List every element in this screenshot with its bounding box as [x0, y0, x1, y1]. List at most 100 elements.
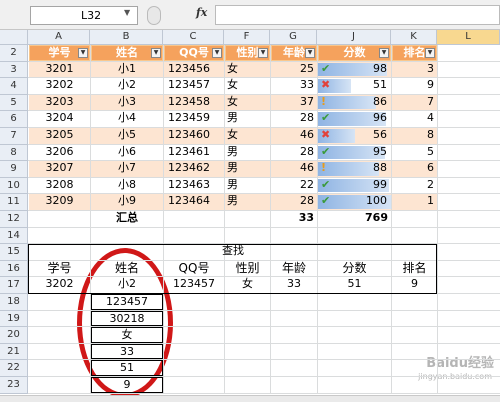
cell-age[interactable]: 22: [271, 178, 317, 194]
table-header-5[interactable]: 分数 ▼: [318, 45, 391, 61]
cell-name[interactable]: 小8: [91, 178, 163, 194]
lookup-header-1[interactable]: 姓名: [91, 261, 163, 277]
lookup-value-1[interactable]: 小2: [91, 277, 163, 293]
row-header-11[interactable]: 11: [0, 194, 28, 211]
column-header-j[interactable]: J: [317, 30, 391, 45]
table-header-2[interactable]: QQ号 ▼: [164, 45, 224, 61]
cell-rank[interactable]: 9: [392, 78, 437, 94]
row-header-20[interactable]: 20: [0, 327, 28, 344]
cell-sex[interactable]: 男: [225, 111, 270, 127]
row-header-10[interactable]: 10: [0, 177, 28, 195]
cell-age[interactable]: 28: [271, 145, 317, 161]
lookup-value-5[interactable]: 51: [318, 277, 391, 293]
lookup-value-0[interactable]: 3202: [29, 277, 90, 293]
name-box-dropdown-icon[interactable]: ▼: [124, 8, 130, 17]
cell-name[interactable]: 小5: [91, 128, 163, 144]
vertical-result-3[interactable]: 33: [91, 343, 163, 360]
vertical-result-5[interactable]: 9: [91, 377, 163, 393]
filter-dropdown-icon[interactable]: ▼: [151, 48, 161, 58]
cell-score[interactable]: ✔ 99: [318, 178, 391, 194]
cell-sex[interactable]: 男: [225, 178, 270, 194]
cell-score[interactable]: ! 88: [318, 161, 391, 177]
formula-input[interactable]: [215, 5, 500, 25]
cell-score[interactable]: ✔ 96: [318, 111, 391, 127]
column-header-l[interactable]: L: [437, 30, 500, 45]
cell-name[interactable]: 小4: [91, 111, 163, 127]
cell-age[interactable]: 28: [271, 111, 317, 127]
row-header-19[interactable]: 19: [0, 310, 28, 328]
cell-id[interactable]: 3208: [29, 178, 90, 194]
cell-score[interactable]: ! 86: [318, 94, 391, 111]
formula-bar-splitter[interactable]: [147, 6, 161, 25]
cell-qq[interactable]: 123460: [164, 128, 224, 144]
cell-age[interactable]: 46: [271, 161, 317, 177]
cell-age[interactable]: 46: [271, 128, 317, 144]
cell-qq[interactable]: 123462: [164, 161, 224, 177]
lookup-value-3[interactable]: 女: [225, 277, 270, 293]
cell-id[interactable]: 3203: [29, 94, 90, 111]
column-header-g[interactable]: G: [270, 30, 317, 45]
vertical-result-1[interactable]: 30218: [91, 310, 163, 327]
column-header-k[interactable]: K: [391, 30, 437, 45]
row-header-9[interactable]: 9: [0, 161, 28, 178]
table-header-0[interactable]: 学号 ▼: [29, 45, 90, 61]
row-header-5[interactable]: 5: [0, 94, 28, 112]
cell-qq[interactable]: 123461: [164, 145, 224, 161]
cell-sex[interactable]: 男: [225, 145, 270, 161]
cell-qq[interactable]: 123459: [164, 111, 224, 127]
cell-age[interactable]: 37: [271, 94, 317, 111]
cell-rank[interactable]: 6: [392, 161, 437, 177]
horizontal-scrollbar[interactable]: [0, 395, 500, 402]
lookup-value-2[interactable]: 123457: [164, 277, 224, 293]
row-header-4[interactable]: 4: [0, 78, 28, 95]
row-header-23[interactable]: 23: [0, 377, 28, 394]
cell-id[interactable]: 3201: [29, 61, 90, 78]
column-header-f[interactable]: F: [224, 30, 270, 45]
cell-id[interactable]: 3205: [29, 128, 90, 144]
table-header-1[interactable]: 姓名 ▼: [91, 45, 163, 61]
cell-age[interactable]: 33: [271, 78, 317, 94]
lookup-header-4[interactable]: 年龄: [271, 261, 317, 277]
lookup-header-2[interactable]: QQ号: [164, 261, 224, 277]
filter-dropdown-icon[interactable]: ▼: [379, 48, 389, 58]
column-header-b[interactable]: B: [90, 30, 163, 45]
lookup-header-6[interactable]: 排名: [392, 261, 437, 277]
table-header-3[interactable]: 性别 ▼: [225, 45, 270, 61]
cell-qq[interactable]: 123457: [164, 78, 224, 94]
row-header-21[interactable]: 21: [0, 343, 28, 361]
lookup-value-6[interactable]: 9: [392, 277, 437, 293]
insert-function-icon[interactable]: fx: [196, 6, 207, 19]
cell-rank[interactable]: 1: [392, 194, 437, 210]
cell-qq[interactable]: 123464: [164, 194, 224, 210]
cell-name[interactable]: 小6: [91, 145, 163, 161]
cell-name[interactable]: 小2: [91, 78, 163, 94]
name-box[interactable]: L32: [30, 6, 138, 25]
cell-id[interactable]: 3209: [29, 194, 90, 210]
cell-score[interactable]: ✔ 100: [318, 194, 391, 210]
cell-id[interactable]: 3207: [29, 161, 90, 177]
table-header-4[interactable]: 年龄 ▼: [271, 45, 317, 61]
cell-rank[interactable]: 3: [392, 61, 437, 78]
cell-score[interactable]: ✖ 51: [318, 78, 391, 94]
cell-name[interactable]: 小3: [91, 94, 163, 111]
cell-qq[interactable]: 123463: [164, 178, 224, 194]
total-score[interactable]: 769: [318, 211, 391, 227]
filter-dropdown-icon[interactable]: ▼: [78, 48, 88, 58]
cell-score[interactable]: ✔ 95: [318, 145, 391, 161]
cell-sex[interactable]: 女: [225, 128, 270, 144]
table-header-6[interactable]: 排名 ▼: [392, 45, 437, 61]
row-header-6[interactable]: 6: [0, 111, 28, 128]
cell-sex[interactable]: 女: [225, 61, 270, 78]
filter-dropdown-icon[interactable]: ▼: [212, 48, 222, 58]
cell-age[interactable]: 28: [271, 194, 317, 210]
cell-name[interactable]: 小9: [91, 194, 163, 210]
total-label[interactable]: 汇总: [91, 211, 163, 227]
filter-dropdown-icon[interactable]: ▼: [305, 48, 315, 58]
cell-id[interactable]: 3206: [29, 145, 90, 161]
row-header-12[interactable]: 12: [0, 211, 28, 228]
cell-qq[interactable]: 123456: [164, 61, 224, 78]
cell-rank[interactable]: 4: [392, 111, 437, 127]
row-header-2[interactable]: 2: [0, 45, 28, 62]
cell-rank[interactable]: 7: [392, 94, 437, 111]
cell-qq[interactable]: 123458: [164, 94, 224, 111]
